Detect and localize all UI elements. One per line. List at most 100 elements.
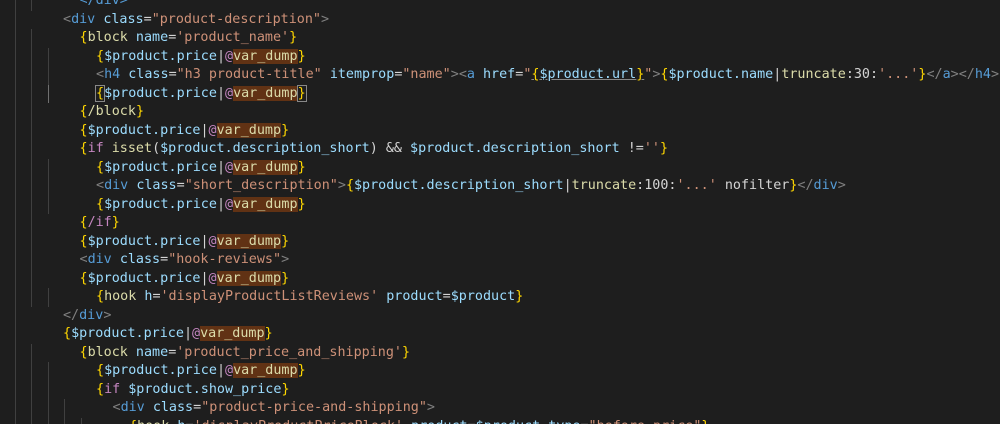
code-line[interactable]: <div class="product-price-and-shipping"> [0, 399, 1000, 418]
code-token: | [216, 48, 225, 64]
code-token: } [111, 215, 120, 230]
code-token: class [103, 11, 144, 27]
code-token: var_dump [233, 48, 298, 64]
code-token: "h3 product-title" [176, 67, 322, 82]
code-line[interactable]: <div class="short_description">{$product… [0, 177, 1000, 196]
code-line[interactable]: {$product.price|@var_dump} [0, 362, 1000, 381]
code-line[interactable]: {$product.price|@var_dump} [0, 325, 1000, 344]
code-line[interactable]: {$product.price|@var_dump} [0, 232, 1000, 252]
code-token: var_dump [216, 122, 282, 138]
code-text: {$product.price|@var_dump} [80, 122, 289, 141]
indent-guide [14, 362, 16, 381]
code-token: product [378, 289, 443, 304]
code-token: } [297, 363, 306, 378]
code-line[interactable]: {$product.price|@var_dump} [0, 158, 1000, 177]
code-token: { [79, 233, 88, 249]
indent-guide [31, 158, 32, 177]
code-line[interactable]: {$product.price|@var_dump} [0, 195, 1000, 214]
code-token: var_dump [216, 270, 282, 286]
indent-guide [47, 47, 49, 66]
code-token: { [79, 30, 88, 45]
code-token: var_dump [233, 85, 298, 101]
code-token: </ [958, 67, 975, 82]
code-token: } [297, 196, 306, 212]
code-token: } [289, 30, 298, 45]
code-token: { [345, 178, 354, 193]
code-token: { [94, 84, 106, 102]
code-token: itemprop [329, 67, 395, 82]
code-editor[interactable]: </div> <div class="product-description">{… [0, 0, 1000, 424]
indent-guide [47, 195, 49, 214]
code-token: div [120, 400, 145, 415]
code-line[interactable]: {$product.price|@var_dump} [0, 47, 1000, 66]
code-token: > [990, 67, 999, 82]
code-token: > [426, 400, 435, 415]
code-token: name [127, 344, 169, 360]
code-token: } [281, 381, 290, 397]
code-line[interactable]: {$product.price|@var_dump} [0, 121, 1000, 141]
code-token: { [96, 381, 105, 397]
code-token: < [63, 11, 72, 27]
code-token: } [701, 419, 709, 424]
code-line[interactable]: {if $product.show_price} [0, 380, 1000, 399]
code-token: $product.price [104, 196, 217, 212]
code-token: @ [192, 326, 201, 341]
code-token: } [297, 159, 306, 175]
code-line[interactable]: {/block} [0, 103, 1000, 122]
code-token: $product [450, 289, 516, 304]
code-token: 'displayProductPriceBlock' [194, 419, 404, 424]
code-line[interactable]: </div> [0, 306, 1000, 325]
code-token: a [942, 67, 951, 82]
code-token: $product.description_short [354, 178, 564, 193]
code-token: h [136, 289, 153, 304]
code-token: h4 [974, 67, 991, 82]
code-token: $product.price [104, 85, 217, 101]
code-line[interactable]: {if isset($product.description_short) &&… [0, 140, 1000, 159]
code-token: | [216, 85, 225, 101]
code-token: var_dump [200, 326, 265, 341]
code-token: } [135, 104, 144, 119]
indent-guide [47, 158, 49, 177]
code-token: @ [225, 363, 234, 378]
code-token: { [63, 326, 72, 341]
code-line[interactable]: {$product.price|@var_dump} [0, 84, 1000, 103]
code-line[interactable]: {hook h='displayProductPriceBlock' produ… [0, 417, 1000, 424]
indent-guide [31, 103, 32, 122]
indent-guide [31, 417, 32, 424]
indent-guide [31, 232, 32, 251]
code-token: > [450, 67, 459, 82]
code-text: {$product.price|@var_dump} [79, 233, 289, 252]
indent-guide [14, 288, 16, 307]
code-token: > [321, 11, 330, 27]
code-text: {$product.price|@var_dump} [63, 325, 273, 344]
indent-guide [47, 177, 49, 196]
code-line[interactable]: <div class="product-description"> [0, 10, 1000, 29]
text-cursor [305, 85, 307, 100]
code-token: "product-description" [151, 11, 321, 27]
code-token: var_dump [233, 159, 298, 175]
code-line[interactable]: {hook h='displayProductListReviews' prod… [0, 288, 1000, 307]
code-token: 'product_price_and_shipping' [176, 344, 402, 360]
code-token: @ [225, 196, 234, 212]
code-line[interactable]: {block name='product_price_and_shipping'… [0, 343, 1000, 362]
indent-guide [64, 417, 65, 424]
code-token: $product.show_price [128, 381, 282, 397]
code-line[interactable]: <h4 class="h3 product-title" itemprop="n… [0, 66, 1000, 85]
indent-guide [47, 399, 49, 418]
code-line[interactable]: {$product.price|@var_dump} [0, 269, 1000, 288]
code-token: 'displayProductListReviews' [160, 289, 379, 304]
code-token: < [458, 67, 467, 82]
code-line[interactable]: <div class="hook-reviews"> [0, 251, 1000, 270]
indent-guide [14, 84, 16, 103]
code-token: @ [225, 85, 234, 101]
code-token: truncate [571, 178, 637, 193]
code-token: $product.description_short [410, 141, 620, 156]
code-line[interactable]: {block name='product_name'} [0, 29, 1000, 48]
indent-guide [47, 84, 49, 103]
indent-guide [47, 362, 49, 381]
code-line[interactable]: {/if} [0, 214, 1000, 233]
code-line[interactable]: </div> [0, 0, 1000, 11]
indent-guide [14, 29, 16, 48]
code-token: { [96, 289, 105, 304]
